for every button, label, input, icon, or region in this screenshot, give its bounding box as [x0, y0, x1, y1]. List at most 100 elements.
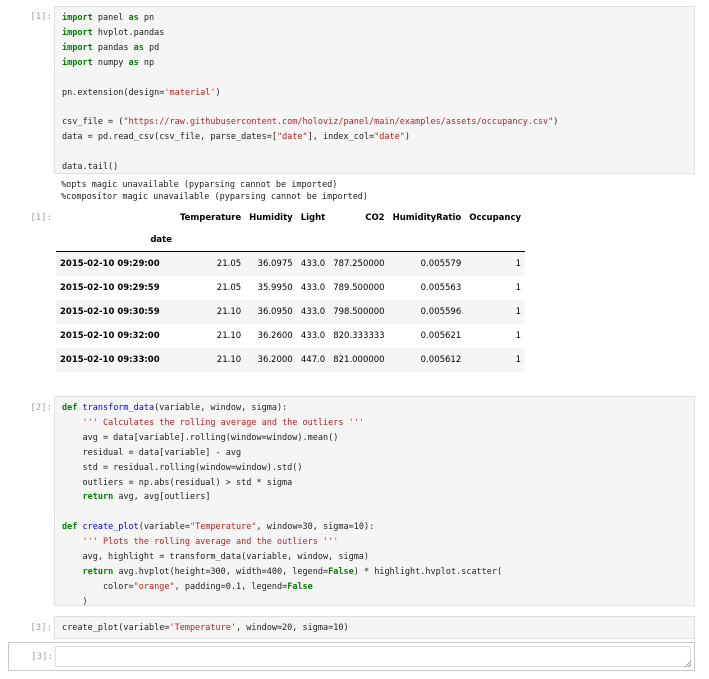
dataframe-index-name-row: date	[56, 229, 526, 252]
code-token: as	[133, 42, 144, 53]
code-token: import	[62, 57, 93, 68]
code-token: color=	[62, 581, 134, 592]
code-token: "orange"	[133, 581, 175, 592]
code-token: csv_file = (	[62, 117, 124, 128]
code-token: np	[138, 57, 155, 68]
dataframe-table: Temperature Humidity Light CO2 HumidityR…	[56, 207, 526, 372]
code-token: return	[82, 492, 114, 503]
code-token: ''' Plots the rolling average and the ou…	[82, 537, 339, 548]
table-cell: 36.2600	[257, 330, 293, 341]
code-token: ], index_col=	[307, 132, 375, 143]
code-token: "date"	[276, 132, 308, 143]
cell-1-input-prompt: [1]:	[30, 12, 52, 22]
code-token: )	[62, 596, 88, 607]
code-token: )	[404, 132, 411, 143]
column-header: Occupancy	[469, 213, 522, 223]
code-token: def	[62, 522, 78, 533]
column-header: CO2	[365, 213, 385, 223]
code-token: , window=30, sigma=10):	[256, 522, 375, 533]
table-cell: 36.0975	[257, 258, 293, 269]
code-token: "https://raw.githubusercontent.com/holov…	[123, 117, 554, 128]
active-cell-prompt: [3]:	[31, 652, 53, 662]
code-token: , window=20, sigma=10)	[236, 623, 349, 633]
code-token: False	[287, 581, 313, 592]
row-index: 2015-02-10 09:29:59	[60, 282, 160, 293]
table-row: 2015-02-10 09:30:59 21.10 36.0950 433.0 …	[56, 299, 526, 324]
table-cell: 36.2000	[257, 354, 293, 365]
cell-2-input-prompt: [2]:	[30, 403, 52, 413]
table-cell: 1	[515, 282, 522, 293]
code-token: data = pd.read_csv(csv_file, parse_dates…	[62, 132, 277, 143]
row-index: 2015-02-10 09:29:00	[60, 258, 160, 269]
table-cell: 21.05	[216, 258, 242, 269]
table-cell: 789.500000	[333, 282, 385, 293]
code-token: 'material'	[164, 87, 216, 98]
table-cell: 433.0	[300, 258, 326, 269]
table-cell: 433.0	[300, 330, 326, 341]
code-token: import	[62, 27, 93, 38]
code-token: create_plot	[82, 522, 139, 533]
resize-handle-icon[interactable]	[684, 660, 692, 668]
code-token: ) * highlight.hvplot.scatter(	[353, 566, 503, 577]
code-token: )	[553, 117, 559, 128]
code-token: (variable, window, sigma):	[154, 403, 288, 413]
cell-1-output-prompt: [1]:	[30, 213, 52, 223]
code-token: numpy	[92, 57, 129, 68]
code-token: avg = data[variable].rolling(window=wind…	[62, 432, 339, 443]
code-token: pn	[138, 13, 155, 23]
column-header: Humidity	[249, 213, 293, 223]
table-cell: 0.005612	[420, 354, 462, 365]
table-cell: 36.0950	[257, 306, 293, 317]
table-cell: 35.9950	[257, 282, 293, 293]
code-cell-3-source[interactable]: create_plot(variable='Temperature', wind…	[55, 617, 694, 636]
code-token: "Temperature"	[189, 522, 257, 533]
table-cell: 0.005579	[420, 258, 462, 269]
code-cell-2-source[interactable]: def transform_data(variable, window, sig…	[55, 397, 694, 610]
table-row: 2015-02-10 09:29:00 21.05 36.0975 433.0 …	[56, 251, 526, 276]
code-cell-1[interactable]: import panel as pn import hvplot.pandas …	[54, 6, 695, 174]
code-token: transform_data	[82, 403, 155, 413]
table-cell: 21.05	[216, 282, 242, 293]
code-token: pandas	[92, 42, 134, 53]
code-token: avg, avg[outliers]	[113, 492, 211, 503]
table-cell: 798.500000	[333, 306, 385, 317]
code-token: residual = data[variable] - avg	[62, 447, 242, 458]
code-token: import	[62, 13, 93, 23]
table-cell: 787.250000	[333, 258, 385, 269]
row-index: 2015-02-10 09:32:00	[60, 330, 160, 341]
code-token: avg.hvplot(height=300, width=400, legend…	[113, 566, 329, 577]
column-header: HumidityRatio	[392, 213, 462, 223]
dataframe-corner	[56, 207, 176, 229]
table-row: 2015-02-10 09:33:00 21.10 36.2000 447.0 …	[56, 347, 526, 372]
cell-3-input-prompt: [3]:	[30, 623, 52, 633]
table-cell: 0.005563	[420, 282, 462, 293]
table-cell: 21.10	[216, 354, 242, 365]
table-cell: 21.10	[216, 306, 242, 317]
column-header: Light	[300, 213, 326, 223]
index-name: date	[56, 229, 176, 252]
code-token: (variable=	[138, 522, 190, 533]
code-token: , padding=0.1, legend=	[174, 581, 288, 592]
row-index: 2015-02-10 09:33:00	[60, 354, 160, 365]
table-cell: 1	[515, 258, 522, 269]
active-cell[interactable]: [3]:	[8, 642, 695, 671]
table-row: 2015-02-10 09:32:00 21.10 36.2600 433.0 …	[56, 324, 525, 348]
code-cell-3[interactable]: create_plot(variable='Temperature', wind…	[54, 616, 695, 639]
code-cell-1-source[interactable]: import panel as pn import hvplot.pandas …	[55, 7, 694, 175]
table-cell: 1	[515, 330, 522, 341]
code-token: def	[62, 403, 78, 413]
code-token: 'Temperature'	[169, 623, 236, 633]
code-token: return	[82, 566, 114, 577]
table-cell: 433.0	[300, 282, 326, 293]
code-token: as	[128, 13, 139, 23]
code-cell-2[interactable]: def transform_data(variable, window, sig…	[54, 396, 695, 607]
table-cell: 0.005596	[420, 306, 462, 317]
active-cell-input[interactable]	[55, 646, 691, 667]
code-token: std = residual.rolling(window=window).st…	[62, 462, 303, 473]
table-cell: 0.005621	[420, 330, 462, 341]
table-row: 2015-02-10 09:29:59 21.05 35.9950 433.0 …	[56, 276, 525, 300]
